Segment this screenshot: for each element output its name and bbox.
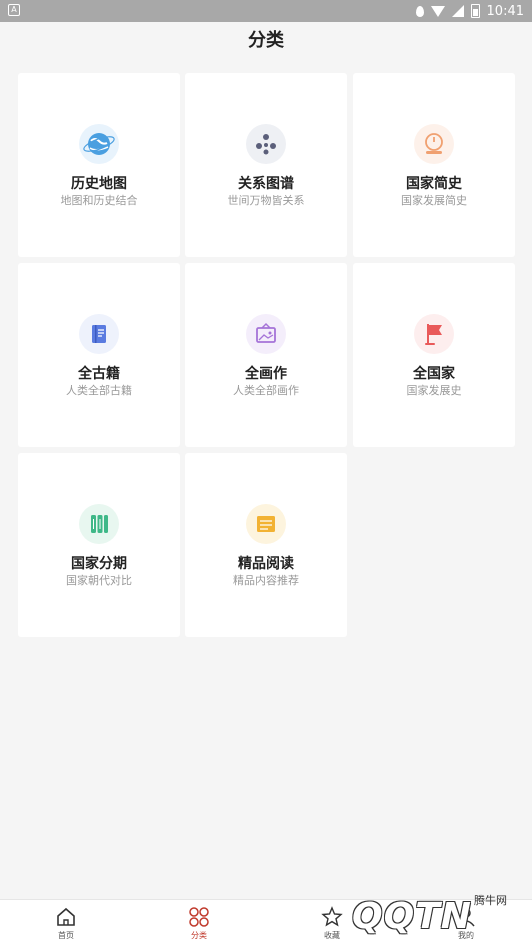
tab-home[interactable]: 首页 bbox=[36, 906, 96, 944]
category-name: 全古籍 bbox=[78, 366, 120, 382]
network-icon bbox=[246, 124, 286, 164]
book-icon bbox=[79, 314, 119, 354]
reading-icon bbox=[246, 504, 286, 544]
home-icon bbox=[57, 907, 75, 926]
tab-category[interactable]: 分类 bbox=[169, 906, 229, 944]
tab-label: 分类 bbox=[191, 931, 207, 940]
category-card-country-brief[interactable]: 国家简史 国家发展简史 bbox=[353, 73, 515, 257]
category-card-ancient-books[interactable]: 全古籍 人类全部古籍 bbox=[18, 263, 180, 447]
tab-label: 首页 bbox=[58, 931, 74, 940]
category-name: 全国家 bbox=[413, 366, 455, 382]
category-desc: 人类全部画作 bbox=[233, 384, 299, 397]
category-name: 国家分期 bbox=[71, 556, 127, 572]
category-desc: 精品内容推荐 bbox=[233, 574, 299, 587]
frame-icon bbox=[246, 314, 286, 354]
location-icon bbox=[415, 5, 424, 17]
category-desc: 国家发展史 bbox=[406, 384, 462, 397]
watermark: QQTN 腾牛网 bbox=[328, 888, 532, 946]
signal-icon bbox=[451, 5, 464, 17]
category-card-relations[interactable]: 关系图谱 世间万物皆关系 bbox=[185, 73, 347, 257]
watermark-logo: QQTN bbox=[352, 896, 472, 937]
category-card-country-periods[interactable]: 国家分期 国家朝代对比 bbox=[18, 453, 180, 637]
category-card-paintings[interactable]: 全画作 人类全部画作 bbox=[185, 263, 347, 447]
clock-stand-icon bbox=[414, 124, 454, 164]
category-name: 历史地图 bbox=[71, 176, 127, 192]
category-desc: 国家朝代对比 bbox=[66, 574, 132, 587]
category-card-featured-reading[interactable]: 精品阅读 精品内容推荐 bbox=[185, 453, 347, 637]
page-title: 分类 bbox=[248, 30, 284, 51]
category-card-all-countries[interactable]: 全国家 国家发展史 bbox=[353, 263, 515, 447]
category-icon bbox=[189, 907, 209, 927]
globe-icon bbox=[79, 124, 119, 164]
category-desc: 人类全部古籍 bbox=[66, 384, 132, 397]
flag-icon bbox=[414, 314, 454, 354]
notification-icon: A bbox=[8, 4, 20, 16]
category-card-history-map[interactable]: 历史地图 地图和历史结合 bbox=[18, 73, 180, 257]
battery-icon bbox=[470, 4, 480, 18]
category-name: 精品阅读 bbox=[238, 556, 294, 572]
category-name: 关系图谱 bbox=[238, 176, 294, 192]
category-desc: 国家发展简史 bbox=[401, 194, 467, 207]
status-bar: A 10:41 bbox=[0, 0, 532, 22]
watermark-site: 腾牛网 bbox=[474, 894, 507, 907]
category-name: 国家简史 bbox=[406, 176, 462, 192]
status-time: 10:41 bbox=[486, 3, 524, 19]
category-desc: 地图和历史结合 bbox=[60, 194, 138, 207]
category-desc: 世间万物皆关系 bbox=[227, 194, 305, 207]
category-grid: 历史地图 地图和历史结合 关系图谱 世间万物皆关系 国家简史 国家发展简史 全古… bbox=[18, 73, 515, 638]
columns-icon bbox=[79, 504, 119, 544]
category-name: 全画作 bbox=[245, 366, 287, 382]
wifi-icon bbox=[430, 5, 445, 17]
